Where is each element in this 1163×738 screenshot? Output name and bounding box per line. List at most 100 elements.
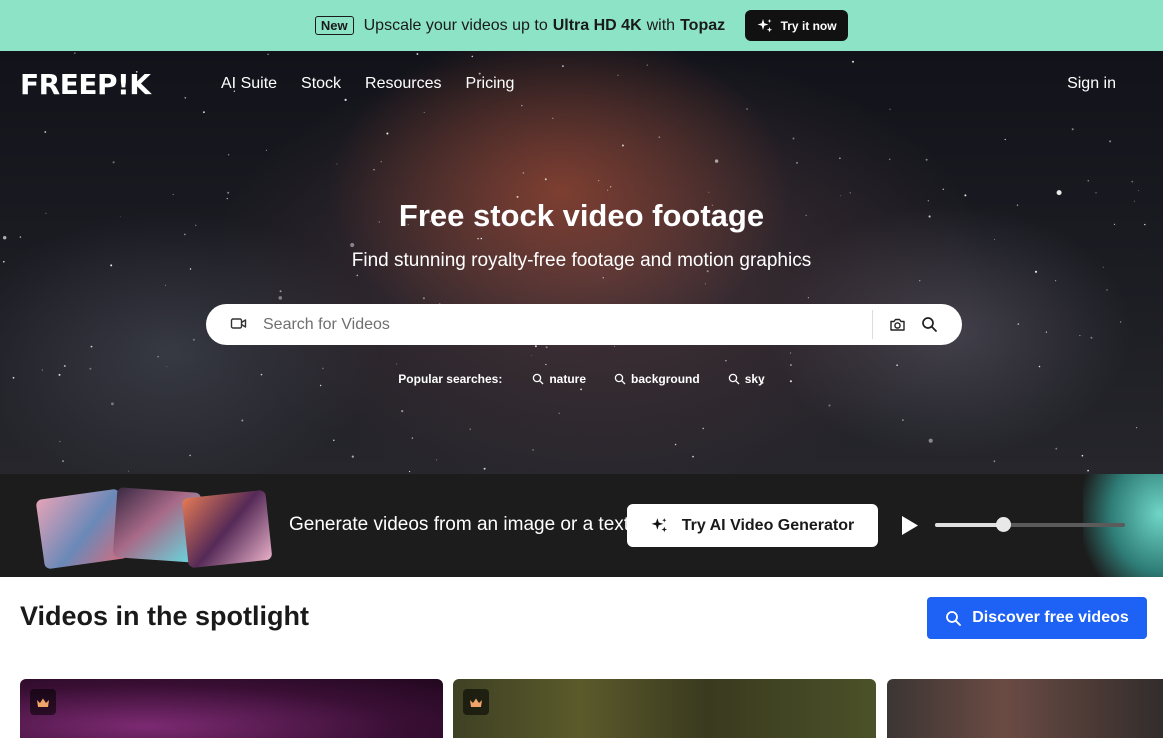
- star: [350, 242, 355, 248]
- star: [1017, 323, 1020, 325]
- promo-text-bold-2: Topaz: [680, 16, 726, 34]
- search-icon: [728, 373, 740, 385]
- star: [530, 355, 532, 356]
- star: [157, 356, 159, 358]
- nav-item-stock[interactable]: Stock: [301, 75, 341, 93]
- sign-in-link[interactable]: Sign in: [1067, 75, 1116, 93]
- star: [792, 137, 795, 140]
- search-bar: [206, 304, 962, 345]
- star: [964, 194, 967, 197]
- star: [561, 65, 564, 68]
- star: [480, 237, 483, 240]
- popular-tag-label: background: [631, 372, 700, 386]
- star: [386, 132, 389, 135]
- popular-tag-background[interactable]: background: [614, 372, 700, 386]
- star: [189, 454, 191, 457]
- star: [598, 180, 600, 182]
- star: [1056, 190, 1062, 196]
- search-icon[interactable]: [921, 316, 938, 333]
- ai-thumbnail: [181, 489, 273, 569]
- star: [746, 108, 748, 110]
- star: [411, 437, 414, 439]
- star: [702, 427, 704, 430]
- ai-thumbnails: [30, 482, 275, 572]
- video-card[interactable]: [887, 679, 1163, 738]
- star: [1045, 331, 1047, 333]
- star: [41, 369, 43, 371]
- star: [522, 172, 525, 174]
- star: [532, 449, 534, 451]
- star: [1136, 427, 1138, 429]
- star: [192, 338, 195, 341]
- star: [896, 364, 898, 367]
- nav-item-pricing[interactable]: Pricing: [466, 75, 515, 93]
- try-ai-video-generator-button[interactable]: Try AI Video Generator: [627, 504, 878, 547]
- discover-free-videos-button[interactable]: Discover free videos: [927, 597, 1147, 639]
- star: [184, 96, 187, 99]
- play-icon[interactable]: [901, 515, 919, 536]
- hero-section: FREEP!K AI Suite Stock Resources Pricing…: [0, 51, 1163, 474]
- promo-text: Upscale your videos up to Ultra HD 4K wi…: [364, 17, 726, 35]
- star: [401, 410, 404, 413]
- star: [483, 467, 486, 470]
- star: [617, 74, 619, 76]
- star: [552, 117, 554, 120]
- star: [227, 191, 230, 194]
- star: [227, 153, 230, 156]
- star: [1109, 140, 1112, 143]
- star: [1081, 454, 1084, 457]
- search-icon: [533, 373, 544, 385]
- promo-text-1: Upscale your videos up to: [363, 16, 548, 34]
- star: [840, 195, 842, 197]
- star: [471, 55, 474, 58]
- star: [928, 438, 933, 443]
- nav-item-resources[interactable]: Resources: [365, 75, 441, 93]
- star: [545, 363, 547, 366]
- popular-tag-nature[interactable]: nature: [532, 372, 586, 386]
- nav-item-ai-suite[interactable]: AI Suite: [221, 75, 277, 93]
- star: [704, 283, 706, 285]
- video-camera-icon[interactable]: [230, 315, 247, 332]
- star: [336, 163, 338, 165]
- star: [828, 404, 831, 407]
- star: [90, 345, 93, 348]
- star: [658, 136, 661, 139]
- popular-tag-sky[interactable]: sky: [728, 372, 765, 386]
- progress-handle[interactable]: [996, 517, 1012, 532]
- star: [1055, 447, 1058, 450]
- progress-fill: [935, 523, 1004, 527]
- star: [203, 111, 205, 114]
- star: [889, 108, 891, 110]
- star: [790, 364, 792, 366]
- try-it-now-button[interactable]: Try it now: [745, 10, 849, 41]
- star: [59, 440, 61, 443]
- star: [396, 363, 398, 365]
- star: [994, 238, 996, 240]
- star: [1095, 192, 1097, 194]
- search-divider: [872, 310, 873, 339]
- star: [423, 111, 425, 113]
- star: [1087, 469, 1089, 472]
- star: [111, 402, 114, 406]
- video-card[interactable]: [453, 679, 876, 738]
- camera-search-icon[interactable]: [889, 316, 906, 333]
- star: [1004, 138, 1006, 141]
- star: [333, 439, 335, 442]
- star: [19, 236, 22, 238]
- star: [674, 443, 677, 446]
- search-input[interactable]: [263, 312, 823, 337]
- star: [63, 365, 66, 367]
- star: [534, 345, 537, 348]
- premium-crown-icon: [463, 689, 489, 715]
- freepik-logo[interactable]: FREEP!K: [20, 71, 151, 99]
- star: [692, 455, 694, 458]
- star: [646, 64, 648, 66]
- video-progress-slider[interactable]: [935, 517, 1125, 532]
- star: [373, 169, 375, 171]
- star: [796, 162, 798, 164]
- star: [807, 297, 809, 299]
- popular-searches: Popular searches: nature background sky: [0, 372, 1163, 386]
- star: [279, 290, 282, 293]
- star: [849, 192, 851, 194]
- video-card[interactable]: [20, 679, 443, 738]
